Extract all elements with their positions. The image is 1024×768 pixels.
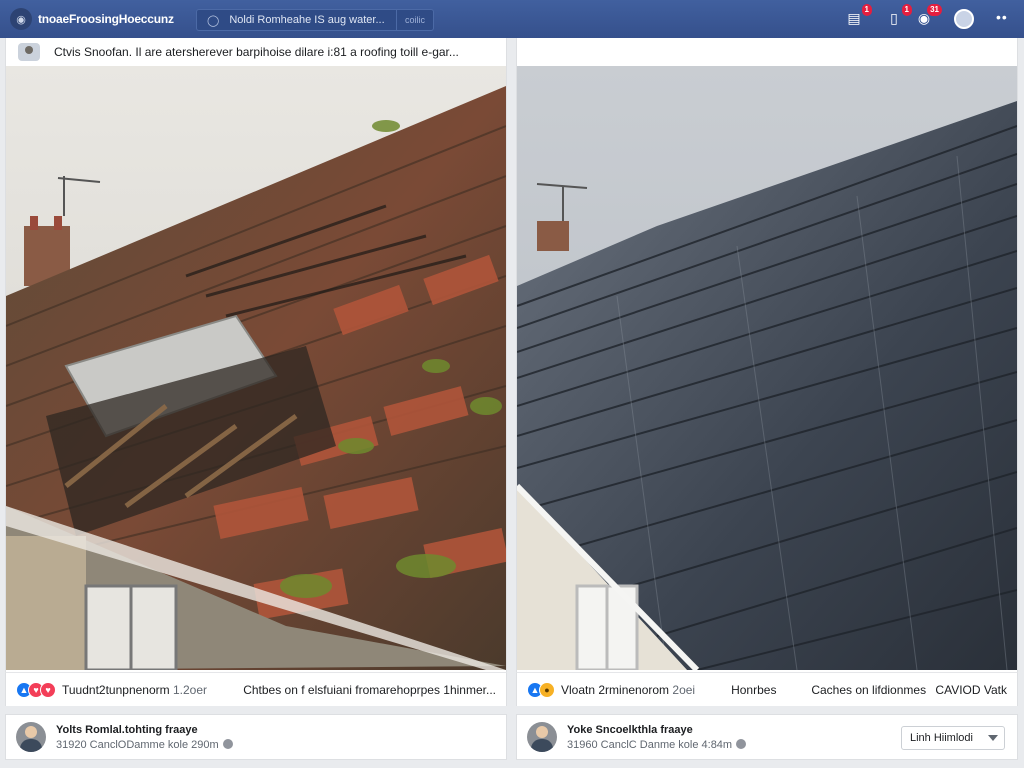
- reaction-names[interactable]: Vloatn 2rminenorom: [561, 683, 669, 697]
- comment-body: Yolts Romlal.tohting fraaye 31920 CanclO…: [56, 724, 233, 751]
- post-header: Ctvis Snoofan. Il are atersherever barpi…: [6, 38, 506, 66]
- globe-icon: [736, 738, 747, 749]
- commenter-avatar[interactable]: [16, 722, 46, 752]
- new-roof-photo[interactable]: [517, 66, 1017, 670]
- reaction-time: 2oei: [672, 682, 696, 697]
- search-icon: ◯: [207, 14, 220, 27]
- comment-meta-text: 31920 CanclODamme kole 290m: [56, 738, 219, 751]
- search-input[interactable]: Noldi Romheahe IS aug water...: [229, 14, 396, 26]
- globe-icon: [222, 738, 233, 749]
- messenger-badge: 1: [901, 4, 912, 16]
- notifications-icon[interactable]: ◉ 31: [914, 4, 942, 27]
- pages-badge: 1: [861, 4, 872, 16]
- wow-reaction-icon: ●: [539, 681, 555, 698]
- share-summary[interactable]: Chtbes on f elsfuiani fromarehoprpes 1hi…: [243, 683, 496, 697]
- profile-icon[interactable]: [954, 9, 974, 29]
- messenger-icon[interactable]: ▯ 1: [884, 4, 912, 27]
- audience-dropdown[interactable]: Linh Hiimlodi: [901, 726, 1005, 750]
- share-extra[interactable]: CAVIOD Vatk: [935, 683, 1007, 697]
- comment-row: Yolts Romlal.tohting fraaye 31920 CanclO…: [5, 714, 507, 760]
- brand-title[interactable]: tnoaeFroosingHoeccunz: [38, 12, 174, 26]
- reaction-time: 1.2oer: [172, 682, 208, 697]
- reaction-summary: Tuudnt2tunpnenorm 1.2oer: [62, 683, 207, 697]
- poster-avatar[interactable]: [18, 43, 40, 61]
- comment-body: Yoke Sncoelkthla fraaye 31960 CanclC Dan…: [567, 724, 747, 751]
- more-icon[interactable]: ••: [996, 9, 1008, 25]
- search-bar[interactable]: ◯ Noldi Romheahe IS aug water... coilic: [196, 9, 434, 31]
- damaged-roof-photo[interactable]: [6, 66, 506, 670]
- reaction-names[interactable]: Tuudnt2tunpnenorm: [62, 683, 170, 697]
- comment-meta: 31920 CanclODamme kole 290m: [56, 738, 233, 751]
- comment-meta-text: 31960 CanclC Danme kole 4:84m: [567, 738, 733, 751]
- app-logo-icon[interactable]: ◉: [10, 8, 32, 30]
- share-summary[interactable]: Caches on lifdionmes: [811, 683, 926, 697]
- top-navigation-bar: ◉ tnoaeFroosingHoeccunz ◯ Noldi Romheahe…: [0, 0, 1024, 38]
- comment-meta: 31960 CanclC Danme kole 4:84m: [567, 738, 747, 751]
- love-reaction-icon: ♥: [40, 681, 56, 698]
- reaction-bar: ▲ ♥ ♥ Tuudnt2tunpnenorm 1.2oer Chtbes on…: [5, 672, 507, 706]
- commenter-name[interactable]: Yolts Romlal.tohting fraaye: [56, 724, 233, 736]
- reaction-summary: Vloatn 2rminenorom 2oei: [561, 683, 695, 697]
- post-after: [516, 38, 1018, 672]
- post-caption: Ctvis Snoofan. Il are atersherever barpi…: [54, 45, 459, 59]
- chevron-down-icon: [988, 735, 998, 741]
- homes-label[interactable]: Honrbes: [731, 683, 776, 697]
- post-header: [517, 38, 1017, 66]
- reaction-bar: ▲ ● Vloatn 2rminenorom 2oei Honrbes Cach…: [516, 672, 1018, 706]
- pages-icon[interactable]: ▤ 1: [844, 4, 872, 27]
- dropdown-label: Linh Hiimlodi: [910, 732, 973, 744]
- reaction-icons[interactable]: ▲ ●: [527, 681, 555, 698]
- post-before: Ctvis Snoofan. Il are atersherever barpi…: [5, 38, 507, 672]
- notifications-badge: 31: [927, 4, 942, 16]
- share-area: Caches on lifdionmes CAVIOD Vatk: [811, 683, 1007, 697]
- commenter-avatar[interactable]: [527, 722, 557, 752]
- search-button[interactable]: coilic: [395, 10, 433, 30]
- reaction-icons[interactable]: ▲ ♥ ♥: [16, 681, 56, 698]
- comment-row: Yoke Sncoelkthla fraaye 31960 CanclC Dan…: [516, 714, 1018, 760]
- commenter-name[interactable]: Yoke Sncoelkthla fraaye: [567, 724, 746, 736]
